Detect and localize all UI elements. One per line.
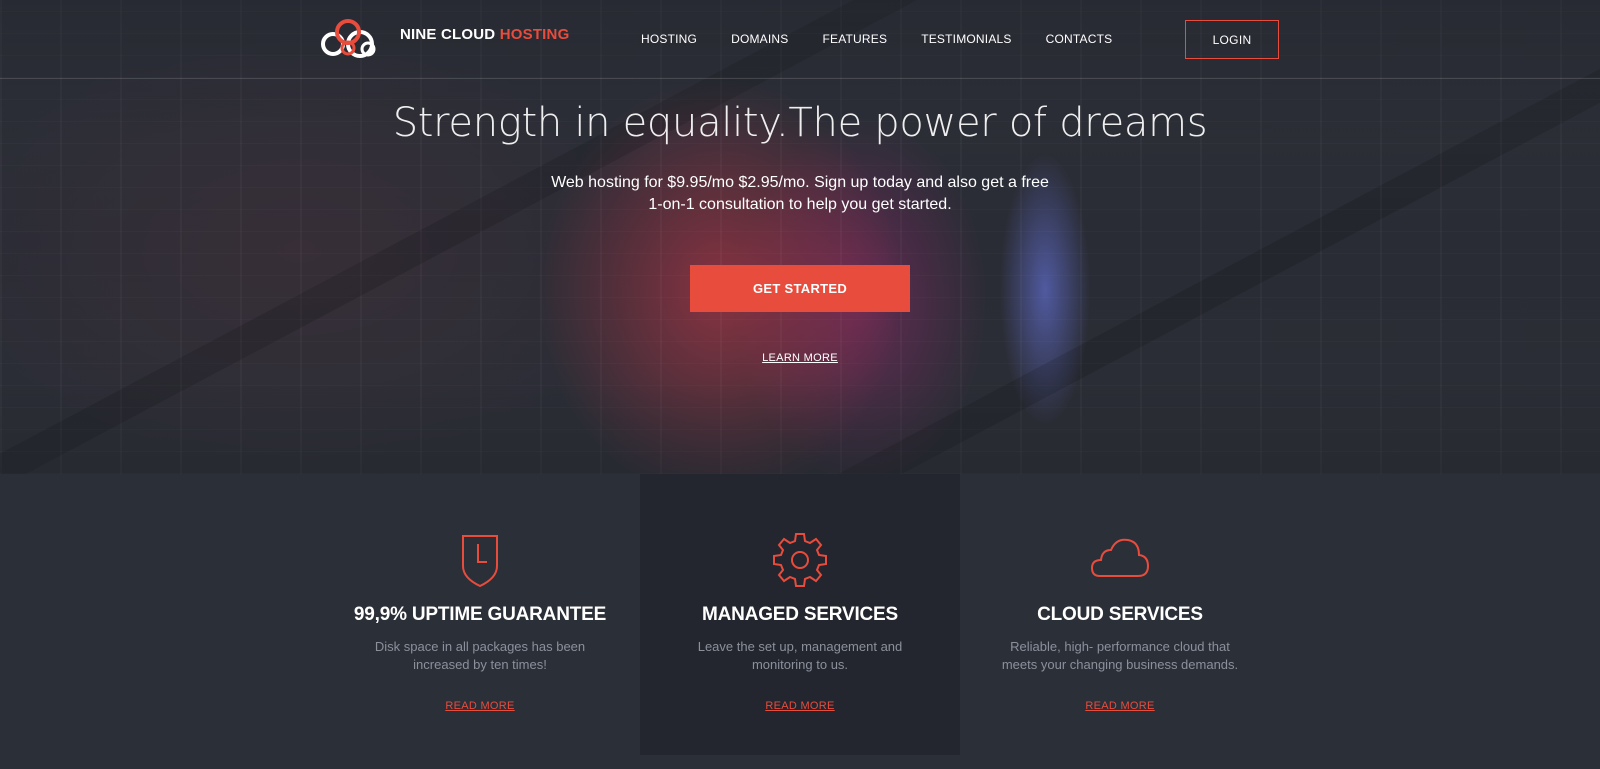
- brand-name-main: NINE CLOUD: [400, 25, 496, 43]
- site-header: NINE CLOUD HOSTING HOSTING DOMAINS FEATU…: [0, 0, 1600, 79]
- brand-name: NINE CLOUD HOSTING: [400, 26, 569, 43]
- nav-domains[interactable]: DOMAINS: [731, 31, 788, 47]
- login-button[interactable]: LOGIN: [1185, 20, 1279, 59]
- get-started-button[interactable]: GET STARTED: [690, 265, 910, 312]
- read-more-link[interactable]: READ MORE: [960, 700, 1280, 712]
- feature-description: Disk space in all packages has been incr…: [374, 639, 586, 672]
- logo-icon: [321, 19, 376, 58]
- nav-hosting[interactable]: HOSTING: [641, 31, 697, 47]
- brand-name-accent: HOSTING: [499, 25, 570, 43]
- shield-clock-icon: [462, 535, 498, 588]
- cloud-icon: [1090, 538, 1150, 577]
- feature-title: 99,9% UPTIME GUARANTEE: [353, 604, 607, 625]
- learn-more-link[interactable]: LEARN MORE: [762, 352, 838, 364]
- feature-title: CLOUD SERVICES: [1037, 604, 1203, 625]
- feature-description: Reliable, high- performance cloud that m…: [1001, 639, 1239, 672]
- hero-title: Strength in equality.The power of dreams: [392, 100, 1208, 146]
- learn-more-wrapper: LEARN MORE: [0, 348, 1600, 366]
- read-more-link[interactable]: READ MORE: [320, 700, 640, 712]
- logo[interactable]: NINE CLOUD HOSTING: [320, 18, 569, 60]
- feature-managed: MANAGED SERVICES Leave the set up, manag…: [640, 474, 960, 755]
- hero-subtitle: Web hosting for $9.95/mo $2.95/mo. Sign …: [551, 174, 1049, 213]
- nav-features[interactable]: FEATURES: [822, 31, 887, 47]
- feature-cloud: CLOUD SERVICES Reliable, high- performan…: [960, 474, 1280, 755]
- feature-description: Leave the set up, management and monitor…: [697, 639, 903, 672]
- read-more-link[interactable]: READ MORE: [640, 700, 960, 712]
- feature-uptime: 99,9% UPTIME GUARANTEE Disk space in all…: [320, 474, 640, 755]
- feature-title: MANAGED SERVICES: [702, 604, 898, 625]
- nav-contacts[interactable]: CONTACTS: [1046, 31, 1113, 47]
- main-nav: HOSTING DOMAINS FEATURES TESTIMONIALS CO…: [641, 31, 1146, 47]
- nav-testimonials[interactable]: TESTIMONIALS: [921, 31, 1011, 47]
- features-section: 99,9% UPTIME GUARANTEE Disk space in all…: [0, 474, 1600, 769]
- gear-icon: [773, 533, 827, 587]
